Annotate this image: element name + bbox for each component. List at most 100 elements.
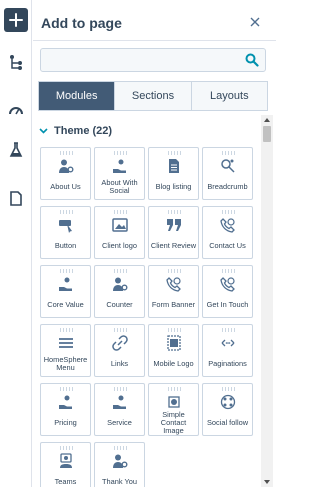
group-label: Theme (22)	[54, 125, 113, 137]
drag-handle-icon[interactable]	[166, 210, 181, 214]
tree-icon[interactable]	[4, 50, 28, 74]
drag-handle-icon[interactable]	[58, 387, 73, 391]
search-input[interactable]	[41, 49, 241, 71]
tab-layouts[interactable]: Layouts	[192, 82, 267, 110]
phone-icon	[165, 276, 182, 292]
team-icon	[58, 453, 74, 469]
person-gear-icon	[58, 158, 74, 174]
drag-handle-icon[interactable]	[112, 269, 127, 273]
image-stack-icon	[166, 394, 182, 410]
module-label: Get In Touch	[206, 299, 249, 309]
drag-handle-icon[interactable]	[112, 210, 127, 214]
module-label: About With Social	[101, 177, 138, 195]
drag-handle-icon[interactable]	[58, 269, 73, 273]
module-label: Breadcrumb	[207, 181, 248, 191]
drag-handle-icon[interactable]	[58, 151, 73, 155]
phone-icon	[219, 217, 236, 233]
module-label: Service	[107, 417, 132, 427]
drag-handle-icon[interactable]	[220, 210, 235, 214]
scroll-up-arrow[interactable]	[261, 115, 273, 125]
gauge-icon[interactable]	[4, 98, 28, 122]
breadcrumb-icon	[220, 158, 236, 174]
person-gear-icon	[112, 453, 128, 469]
module-card[interactable]: Thank You	[94, 442, 145, 487]
module-card[interactable]: About Us	[40, 147, 91, 200]
module-card[interactable]: Social follow	[202, 383, 253, 436]
add-to-page-panel: Add to page Modules Sections Layouts The…	[33, 0, 276, 487]
drag-handle-icon[interactable]	[112, 328, 127, 332]
module-card[interactable]: Pricing	[40, 383, 91, 436]
header-divider	[33, 40, 276, 41]
drag-handle-icon[interactable]	[58, 210, 73, 214]
scroll-thumb[interactable]	[263, 126, 271, 142]
drag-handle-icon[interactable]	[112, 151, 127, 155]
page-icon[interactable]	[4, 186, 28, 210]
image-frame-icon	[166, 335, 182, 351]
drag-handle-icon[interactable]	[166, 328, 181, 332]
module-label: Paginations	[208, 358, 247, 368]
search-field[interactable]	[40, 48, 266, 72]
drag-handle-icon[interactable]	[166, 387, 181, 391]
pagination-icon	[220, 335, 236, 351]
tab-modules[interactable]: Modules	[39, 82, 116, 110]
module-card[interactable]: Simple Contact Image	[148, 383, 199, 436]
module-label: Core Value	[47, 299, 84, 309]
module-card[interactable]: Counter	[94, 265, 145, 318]
module-card[interactable]: Service	[94, 383, 145, 436]
link-icon	[111, 335, 128, 351]
module-card[interactable]: Links	[94, 324, 145, 377]
module-card[interactable]: Button	[40, 206, 91, 259]
close-icon[interactable]	[247, 14, 263, 30]
module-label: Client Review	[150, 240, 197, 250]
module-card[interactable]: Contact Us	[202, 206, 253, 259]
drag-handle-icon[interactable]	[220, 151, 235, 155]
module-label: HomeSphere Menu	[43, 354, 88, 372]
quote-icon	[166, 217, 182, 233]
scroll-down-arrow[interactable]	[261, 477, 273, 487]
theme-group-header[interactable]: Theme (22)	[39, 125, 112, 137]
drag-handle-icon[interactable]	[166, 269, 181, 273]
chevron-down-icon	[39, 128, 48, 134]
module-label: Links	[110, 358, 129, 368]
module-card[interactable]: Core Value	[40, 265, 91, 318]
cursor-button-icon	[58, 217, 74, 233]
module-card[interactable]: About With Social	[94, 147, 145, 200]
drag-handle-icon[interactable]	[112, 387, 127, 391]
module-label: Pricing	[54, 417, 77, 427]
drag-handle-icon[interactable]	[58, 328, 73, 332]
drag-handle-icon[interactable]	[220, 387, 235, 391]
search-icon[interactable]	[245, 53, 259, 67]
add-to-page-window: Add to page Modules Sections Layouts The…	[0, 0, 276, 487]
module-card[interactable]: Form Banner	[148, 265, 199, 318]
module-label: Simple Contact Image	[160, 409, 187, 436]
scrollbar[interactable]	[261, 115, 273, 487]
module-label: Contact Us	[209, 240, 246, 250]
module-card[interactable]: Paginations	[202, 324, 253, 377]
hand-coin-icon	[112, 394, 128, 410]
module-card[interactable]: Breadcrumb	[202, 147, 253, 200]
module-label: Blog listing	[155, 181, 192, 191]
tab-bar: Modules Sections Layouts	[38, 81, 268, 111]
drag-handle-icon[interactable]	[112, 446, 127, 450]
module-card[interactable]: Client logo	[94, 206, 145, 259]
module-card[interactable]: Client Review	[148, 206, 199, 259]
plus-icon[interactable]	[4, 8, 28, 32]
tab-sections[interactable]: Sections	[115, 82, 192, 110]
drag-handle-icon[interactable]	[58, 446, 73, 450]
flask-icon[interactable]	[4, 138, 28, 162]
module-label: Social follow	[206, 417, 249, 427]
module-card[interactable]: Teams	[40, 442, 91, 487]
module-grid: About Us About With Social Blog listing Bre…	[40, 147, 258, 487]
module-label: About Us	[50, 181, 81, 191]
drag-handle-icon[interactable]	[166, 151, 181, 155]
module-label: Client logo	[102, 240, 137, 250]
module-card[interactable]: Get In Touch	[202, 265, 253, 318]
drag-handle-icon[interactable]	[220, 328, 235, 332]
panel-title: Add to page	[41, 15, 122, 31]
module-card[interactable]: HomeSphere Menu	[40, 324, 91, 377]
hand-coin-icon	[58, 394, 74, 410]
module-card[interactable]: Mobile Logo	[148, 324, 199, 377]
drag-handle-icon[interactable]	[220, 269, 235, 273]
person-gear-icon	[112, 276, 128, 292]
module-card[interactable]: Blog listing	[148, 147, 199, 200]
